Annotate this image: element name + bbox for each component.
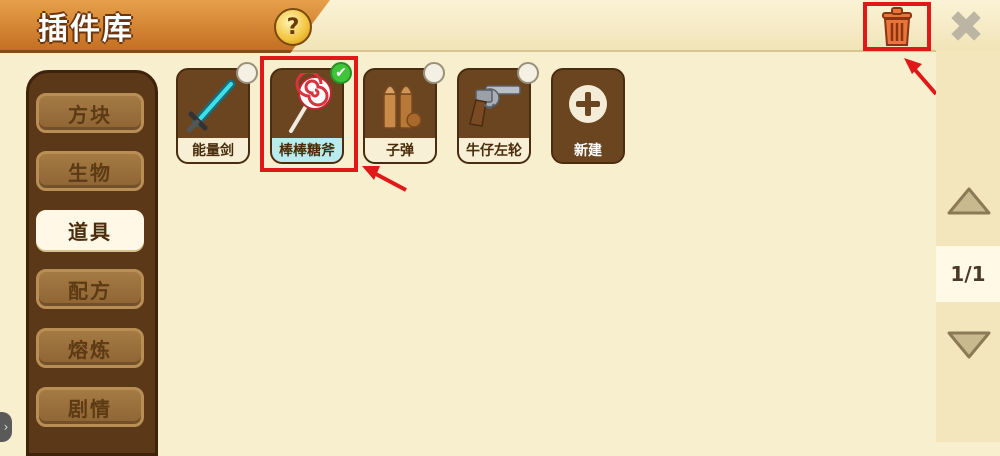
select-checkbox[interactable]	[236, 62, 258, 84]
trash-highlight-box	[863, 2, 931, 51]
plugin-label: 能量剑	[178, 138, 248, 162]
trash-icon[interactable]	[880, 6, 914, 47]
plus-icon	[569, 85, 607, 123]
sidebar-item-items[interactable]: 道具	[36, 210, 144, 250]
plugin-label: 牛仔左轮	[459, 138, 529, 162]
sidebar-item-creatures[interactable]: 生物	[36, 151, 144, 191]
energy-sword-icon	[186, 79, 236, 133]
revolver-icon	[469, 85, 521, 127]
category-sidebar: 方块 生物 道具 配方 熔炼 剧情	[26, 70, 158, 456]
edge-expand-handle[interactable]: ›	[0, 412, 12, 442]
sidebar-item-recipes[interactable]: 配方	[36, 269, 144, 309]
sidebar-item-smelting[interactable]: 熔炼	[36, 328, 144, 368]
plugin-label: 新建	[553, 138, 623, 162]
select-checkbox[interactable]	[423, 62, 445, 84]
bullet-icon	[382, 85, 422, 129]
sidebar-item-blocks[interactable]: 方块	[36, 93, 144, 133]
help-button[interactable]: ?	[274, 8, 312, 46]
select-checkbox[interactable]	[517, 62, 539, 84]
sidebar-item-story[interactable]: 剧情	[36, 387, 144, 427]
plugin-card-revolver[interactable]: 牛仔左轮	[457, 62, 539, 164]
plugin-card-energy-sword[interactable]: 能量剑	[176, 62, 258, 164]
close-button[interactable]: ✖	[946, 6, 986, 50]
page-title: 插件库	[38, 12, 134, 47]
page-up-arrow-icon[interactable]	[946, 186, 992, 216]
plugin-label: 子弹	[365, 138, 435, 162]
plugin-card-bullet[interactable]: 子弹	[363, 62, 445, 164]
selection-highlight-box	[260, 56, 358, 172]
page-indicator: 1/1	[936, 246, 1000, 302]
new-plugin-button[interactable]: 新建	[551, 68, 625, 164]
page-down-arrow-icon[interactable]	[946, 330, 992, 360]
annotation-arrow-item	[362, 166, 407, 192]
